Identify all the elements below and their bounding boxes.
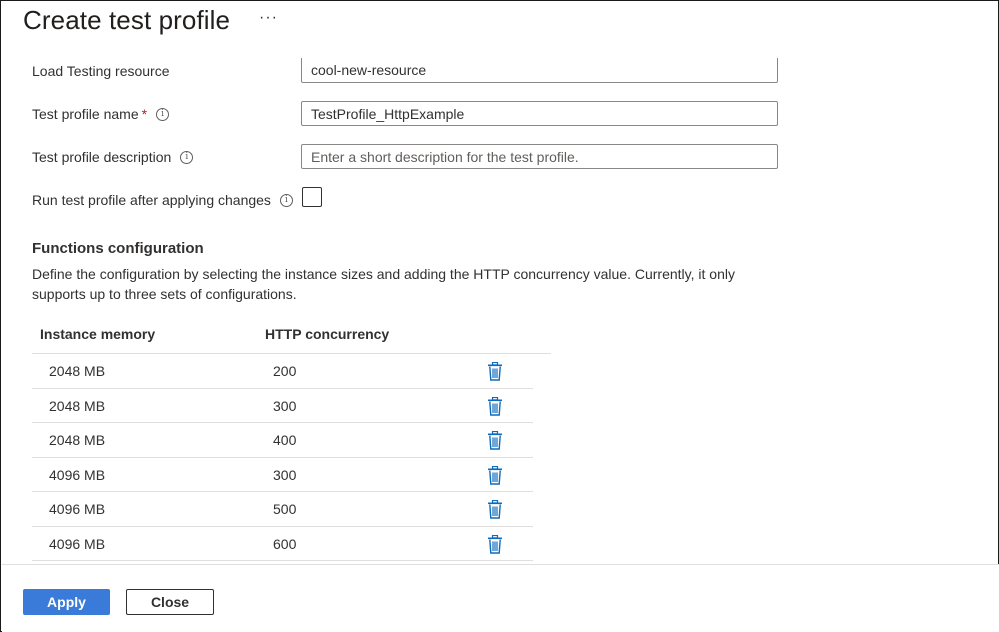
instance-memory-cell: 4096 MB [49,501,106,517]
trash-icon[interactable] [487,499,503,519]
apply-button[interactable]: Apply [23,589,110,615]
functions-section-description: Define the configuration by selecting th… [32,266,735,302]
profile-description-label-row: Test profile description i [32,149,194,165]
instance-memory-cell: 4096 MB [49,466,106,483]
info-icon[interactable]: i [279,193,293,207]
http-concurrency-cell: 300 [273,466,297,483]
table-row: 2048 MB 200 [32,354,533,389]
functions-section-title: Functions configuration [32,240,204,257]
table-row: 4096 MB 300 [32,458,533,492]
http-concurrency-cell: 500 [273,501,297,517]
resource-field[interactable] [301,58,778,83]
trash-icon[interactable] [487,430,503,450]
instance-memory-cell: 2048 MB [49,363,106,379]
run-after-checkbox[interactable] [302,187,322,207]
footer-bar: Apply Close [2,564,999,632]
panel-frame: Create test profile ··· Load Testing res… [0,0,999,632]
info-icon[interactable]: i [156,107,170,121]
instance-memory-cell: 2048 MB [49,432,106,448]
info-icon[interactable]: i [180,150,194,164]
table-row: 4096 MB 600 [32,527,533,561]
table-row: 4096 MB 500 [32,492,533,527]
trash-icon[interactable] [487,534,503,554]
profile-name-label-row: Test profile name * i [32,106,170,122]
close-button[interactable]: Close [126,589,214,615]
config-table-body: 2048 MB 200 2048 MB 300 2048 MB 400 4096 MB 300… [32,354,533,561]
http-concurrency-cell: 300 [273,397,297,414]
column-header-memory: Instance memory [40,326,156,342]
trash-icon[interactable] [487,396,503,416]
resource-label: Load Testing resource [32,63,170,79]
table-header: Instance memory HTTP concurrency [32,317,551,354]
http-concurrency-cell: 400 [273,432,297,448]
run-after-label-row: Run test profile after applying changes i [32,192,293,208]
table-row: 2048 MB 300 [32,389,533,423]
required-marker: * [141,106,148,122]
instance-memory-cell: 4096 MB [49,535,106,552]
profile-description-field[interactable] [301,144,778,169]
trash-icon[interactable] [487,465,503,485]
run-after-label: Run test profile after applying changes [32,192,271,208]
http-concurrency-cell: 200 [273,363,297,379]
page-title: Create test profile [23,5,231,35]
table-row: 2048 MB 400 [32,423,533,458]
profile-name-field[interactable] [301,101,778,126]
more-options-icon[interactable]: ··· [259,9,278,27]
profile-description-label: Test profile description [32,149,172,165]
trash-icon[interactable] [487,361,503,381]
instance-memory-cell: 2048 MB [49,397,106,414]
column-header-concurrency: HTTP concurrency [265,326,390,342]
profile-name-label: Test profile name [32,106,139,122]
http-concurrency-cell: 600 [273,535,297,552]
